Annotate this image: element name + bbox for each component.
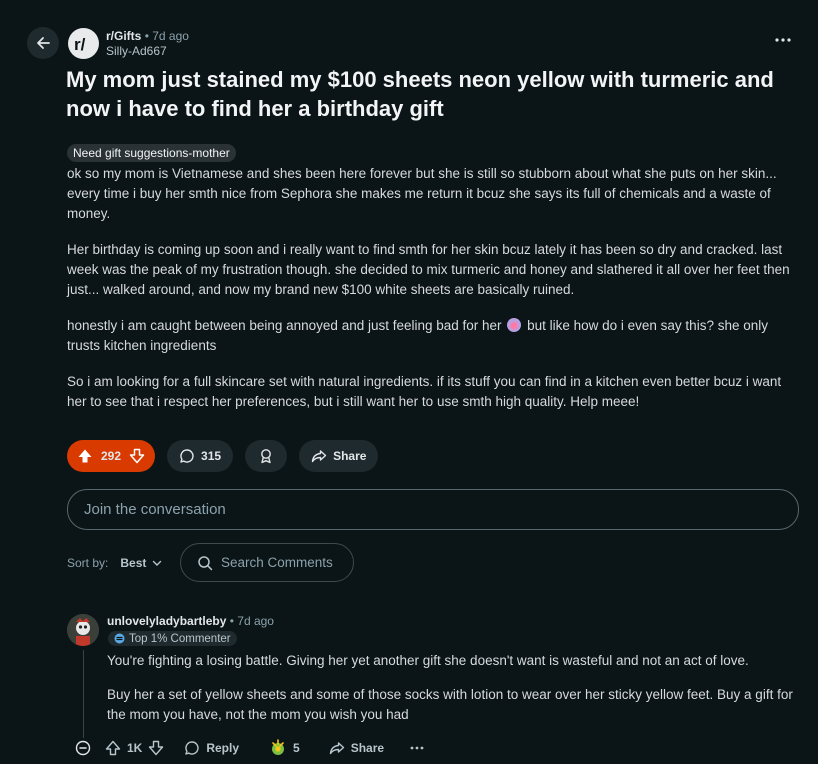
subreddit-avatar[interactable]: r/ (68, 28, 99, 59)
more-icon (410, 746, 424, 750)
post-actions: 292 315 Share (67, 440, 379, 472)
post-age: 7d ago (152, 29, 189, 43)
subreddit-link[interactable]: r/Gifts (106, 29, 141, 43)
chevron-down-icon (153, 560, 162, 566)
comment-more-button[interactable] (410, 746, 424, 750)
post-body: ok so my mom is Vietnamese and shes been… (67, 164, 802, 428)
comment-actions: 1K Reply 5 Share (75, 737, 424, 759)
reply-button[interactable]: Reply (184, 740, 239, 756)
pleading-emoji-icon (507, 318, 522, 332)
avatar[interactable] (67, 614, 99, 646)
downvote-icon[interactable] (129, 448, 145, 464)
svg-text:r/: r/ (74, 35, 86, 54)
award-count: 5 (293, 741, 300, 755)
award-button[interactable] (245, 440, 288, 472)
comment-body: You're fighting a losing battle. Giving … (107, 651, 807, 739)
comment-author[interactable]: unlovelyladybartleby (107, 614, 226, 628)
comment-count: 315 (201, 449, 222, 463)
share-label: Share (333, 449, 367, 463)
comment-paragraph: Buy her a set of yellow sheets and some … (107, 687, 793, 722)
comment-paragraph: You're fighting a losing battle. Giving … (107, 653, 749, 668)
thread-line[interactable] (83, 650, 84, 738)
share-icon (311, 450, 327, 463)
commenter-badge: Top 1% Commenter (108, 631, 237, 646)
upvote-icon[interactable] (105, 740, 121, 756)
comment-icon (180, 449, 194, 463)
composer-placeholder: Join the conversation (84, 501, 226, 518)
post-flair[interactable]: Need gift suggestions-mother (67, 144, 236, 162)
share-label: Share (350, 741, 385, 755)
share-button[interactable]: Share (329, 740, 384, 756)
back-arrow-icon (37, 37, 50, 49)
sort-dropdown[interactable]: Best (120, 556, 162, 570)
gold-award-icon (272, 739, 285, 755)
post-paragraph: Her birthday is coming up soon and i rea… (67, 242, 790, 297)
sort-control: Sort by: Best (67, 543, 162, 582)
search-placeholder: Search Comments (221, 555, 333, 570)
comment-vote: 1K (105, 740, 164, 756)
sort-label: Sort by: (67, 555, 109, 570)
meta-separator: • (229, 614, 234, 628)
comment-score: 1K (127, 741, 143, 755)
collapse-button[interactable] (75, 740, 103, 756)
downvote-icon[interactable] (148, 740, 164, 756)
meta-separator: • (144, 29, 149, 43)
award-button[interactable]: 5 (269, 739, 300, 757)
post-paragraph: So i am looking for a full skincare set … (67, 374, 782, 409)
top-commenter-icon (114, 633, 125, 644)
search-comments-input[interactable]: Search Comments (180, 543, 354, 582)
badge-label: Top 1% Commenter (129, 632, 231, 645)
back-button[interactable] (27, 27, 59, 59)
more-options-button[interactable] (772, 33, 794, 51)
subreddit-logo-icon: r/ (74, 35, 86, 54)
share-icon (329, 742, 344, 755)
award-icon (261, 449, 271, 464)
reply-label: Reply (206, 741, 240, 755)
post-author[interactable]: Silly-Ad667 (106, 44, 189, 59)
collapse-icon (75, 740, 91, 756)
comment-age: 7d ago (237, 614, 274, 628)
post-paragraph: ok so my mom is Vietnamese and shes been… (67, 166, 777, 221)
post-meta: r/Gifts • 7d ago Silly-Ad667 (106, 29, 189, 59)
share-button[interactable]: Share (299, 440, 379, 472)
vote-control: 292 (67, 440, 156, 472)
paragraph-text: honestly i am caught between being annoy… (67, 318, 502, 333)
vote-score: 292 (101, 449, 122, 463)
upvote-icon[interactable] (77, 448, 93, 464)
comments-button[interactable]: 315 (167, 440, 234, 472)
sort-value: Best (120, 555, 147, 570)
reply-icon (185, 741, 199, 755)
search-icon (198, 555, 213, 570)
post-title: My mom just stained my $100 sheets neon … (66, 67, 774, 121)
comment-meta: unlovelyladybartleby • 7d ago (107, 614, 274, 628)
join-conversation-input[interactable]: Join the conversation (67, 489, 799, 530)
post-paragraph: honestly i am caught between being annoy… (67, 316, 802, 356)
user-avatar-icon (67, 614, 99, 646)
more-icon (775, 38, 791, 42)
